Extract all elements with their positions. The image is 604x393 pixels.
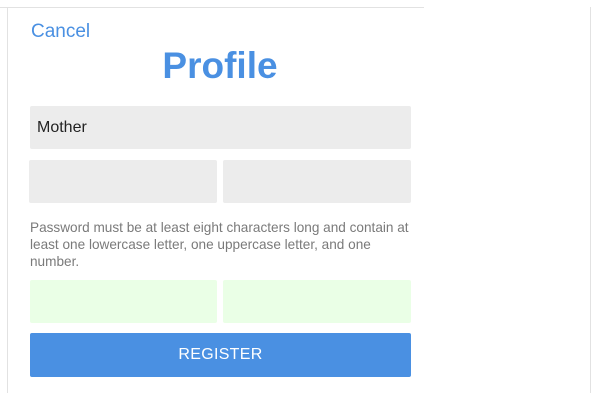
password-hint: Password must be at least eight characte… (30, 220, 409, 269)
name-field[interactable] (30, 106, 411, 149)
password-input[interactable] (30, 280, 217, 323)
cancel-link[interactable]: Cancel (31, 21, 90, 43)
name-input[interactable] (30, 106, 411, 149)
page-title: Profile (162, 45, 278, 86)
left-input-1[interactable] (29, 160, 217, 203)
confirm-password-input[interactable] (223, 280, 411, 323)
register-button[interactable]: REGISTER (30, 333, 411, 377)
profile-screen: Cancel Profile Password must be at least… (0, 0, 604, 393)
frame-border-top (0, 7, 424, 8)
first-field-left[interactable] (29, 160, 217, 203)
first-field-right[interactable] (223, 160, 411, 203)
frame-border-left (7, 7, 8, 393)
right-input-1[interactable] (223, 160, 411, 203)
confirm-password-field[interactable] (223, 280, 411, 323)
password-field[interactable] (30, 280, 217, 323)
frame-border-right (590, 7, 591, 393)
